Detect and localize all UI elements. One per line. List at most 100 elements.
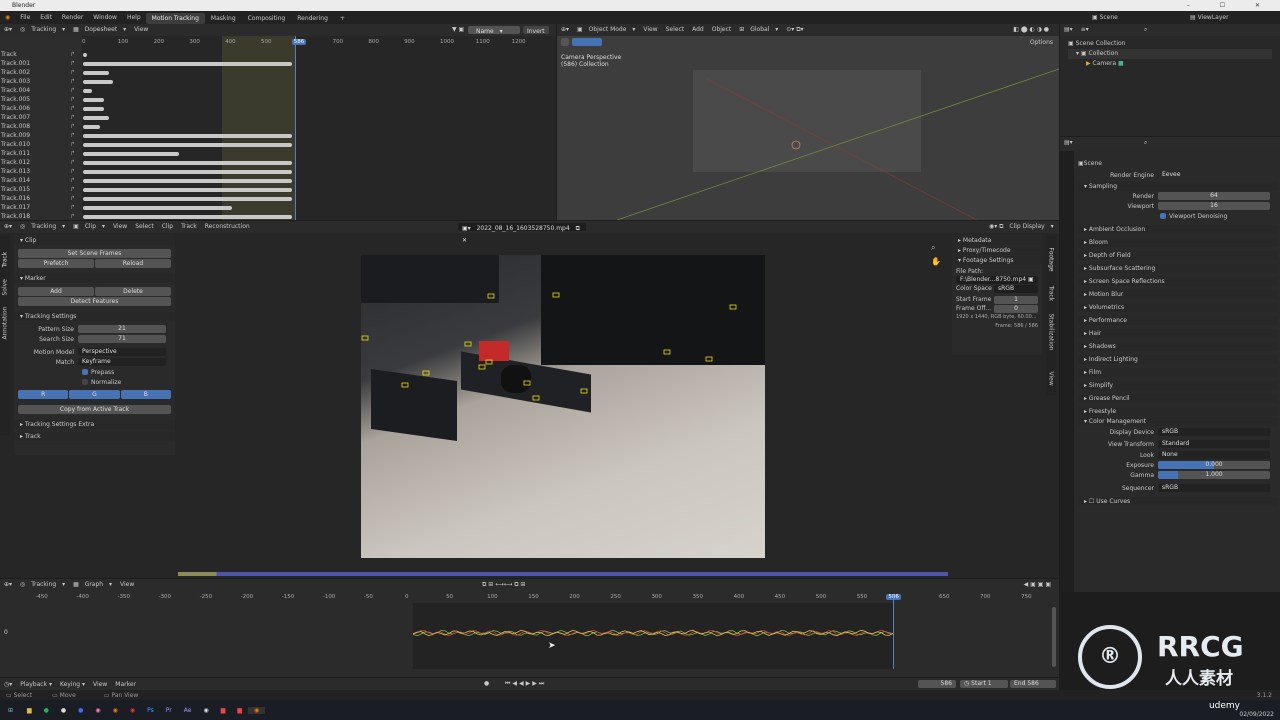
tab-compositing[interactable]: Compositing: [242, 13, 292, 24]
tab-stabilization[interactable]: Stabilization: [1048, 314, 1055, 364]
property-section-header[interactable]: ▸ Performance: [1078, 316, 1278, 325]
tab-solve[interactable]: Solve: [2, 274, 9, 295]
discord-icon[interactable]: ●: [72, 707, 89, 714]
clip-editor-type-icon[interactable]: ⊕▾: [0, 221, 16, 233]
app-icon-1[interactable]: ●: [55, 707, 72, 714]
timeline-view-menu[interactable]: View: [89, 681, 111, 688]
detect-features-button[interactable]: Detect Features: [18, 297, 171, 306]
prefetch-button[interactable]: Prefetch: [18, 259, 94, 268]
track-visibility-icon[interactable]: ↱: [70, 168, 75, 175]
track-keyframe-bar[interactable]: [83, 152, 179, 156]
clip-navigation-gizmo[interactable]: ⌕ ✋: [931, 241, 941, 269]
blender-active-icon[interactable]: ◉: [247, 706, 266, 714]
outliner-search-icon[interactable]: ⌕: [1140, 24, 1151, 36]
graph-toggle-icons[interactable]: ◀ ▣ ▣ ▣: [1020, 579, 1055, 591]
add-workspace-button[interactable]: +: [334, 13, 351, 24]
track-row[interactable]: Track ↱: [0, 51, 556, 60]
sampling-panel-header[interactable]: ▾ Sampling: [1078, 182, 1278, 191]
track-row[interactable]: Track.001 ↱: [0, 60, 556, 69]
track-visibility-icon[interactable]: ↱: [70, 132, 75, 139]
3d-cursor-icon[interactable]: [791, 140, 801, 150]
window-controls[interactable]: – ☐ ✕: [1187, 0, 1274, 11]
copy-from-active-button[interactable]: Copy from Active Track: [18, 405, 171, 414]
start-frame-timeline[interactable]: ◷ Start 1: [960, 680, 1008, 688]
property-section-header[interactable]: ▸ Volumetrics: [1078, 303, 1278, 312]
scene-collection-item[interactable]: ▣ Scene Collection: [1068, 39, 1272, 49]
footage-frame[interactable]: [361, 255, 765, 558]
track-keyframe-bar[interactable]: [83, 53, 88, 57]
track-visibility-icon[interactable]: ↱: [70, 78, 75, 85]
sort-icon[interactable]: ▼ ▣: [448, 24, 468, 36]
collection-item[interactable]: ▾ ▣ Collection: [1068, 49, 1272, 59]
graph-editor-type-icon[interactable]: ⊕▾: [0, 579, 16, 591]
track-keyframe-bar[interactable]: [83, 125, 101, 129]
normalize-checkbox[interactable]: [82, 379, 88, 385]
outliner-filter-icon[interactable]: ≡▾: [1077, 24, 1093, 36]
track-row[interactable]: Track.013 ↱: [0, 168, 556, 177]
clip-menu-clip[interactable]: Clip: [158, 221, 177, 233]
track-visibility-icon[interactable]: ↱: [70, 96, 75, 103]
tab-motion-tracking[interactable]: Motion Tracking: [145, 12, 205, 24]
track-keyframe-bar[interactable]: [83, 107, 105, 111]
graph-tracking-select[interactable]: ◎ Tracking ▾: [16, 579, 69, 591]
exposure-slider[interactable]: 0.000: [1158, 461, 1270, 469]
prepass-checkbox[interactable]: [82, 369, 88, 375]
tracking-marker[interactable]: [422, 370, 430, 376]
file-path-field[interactable]: F:\Blender...8750.mp4 ▣: [956, 276, 1038, 284]
track-keyframe-bar[interactable]: [83, 215, 292, 219]
track-visibility-icon[interactable]: ↱: [70, 177, 75, 184]
track-row[interactable]: Track.002 ↱: [0, 69, 556, 78]
tracking-marker[interactable]: [464, 341, 472, 347]
track-row[interactable]: Track.007 ↱: [0, 114, 556, 123]
playback-controls[interactable]: ⏮◀◀▶▶⏭: [505, 680, 546, 688]
render-samples-field[interactable]: 64: [1158, 192, 1270, 200]
tracking-marker[interactable]: [487, 293, 495, 299]
track-keyframe-bar[interactable]: [83, 179, 292, 183]
track-visibility-icon[interactable]: ↱: [70, 87, 75, 94]
app-icon-4[interactable]: ▆: [231, 707, 248, 714]
channel-r-toggle[interactable]: R: [18, 390, 69, 399]
match-select[interactable]: Keyframe: [78, 358, 166, 366]
blender-taskbar-icon[interactable]: ◉: [107, 707, 124, 714]
track-visibility-icon[interactable]: ↱: [70, 105, 75, 112]
properties-tab-strip[interactable]: [1060, 151, 1074, 592]
property-section-header[interactable]: ▸ Ambient Occlusion: [1078, 225, 1278, 234]
property-section-header[interactable]: ▸ Hair: [1078, 329, 1278, 338]
color-space-select[interactable]: sRGB: [994, 284, 1038, 293]
tracking-marker[interactable]: [580, 388, 588, 394]
sort-select[interactable]: Name ▾: [468, 26, 520, 35]
color-management-panel-header[interactable]: ▾ Color Management: [1078, 417, 1278, 426]
invert-toggle[interactable]: Invert: [523, 26, 549, 35]
proxy-header[interactable]: ▸ Proxy/Timecode: [952, 246, 1042, 255]
clip-menu-track[interactable]: Track: [177, 221, 201, 233]
property-section-header[interactable]: ▸ Depth of Field: [1078, 251, 1278, 260]
track-keyframe-bar[interactable]: [83, 98, 105, 102]
clip-mode-select[interactable]: ▣ Clip ▾: [69, 221, 109, 233]
track-keyframe-bar[interactable]: [83, 62, 292, 66]
delete-marker-button[interactable]: Delete: [95, 287, 171, 296]
footage-settings-header[interactable]: ▾ Footage Settings: [952, 256, 1042, 265]
track-keyframe-bar[interactable]: [83, 197, 292, 201]
playback-menu[interactable]: Playback ▾: [16, 681, 56, 688]
after-effects-icon[interactable]: Ae: [178, 707, 198, 714]
graph-view-menu[interactable]: View: [116, 579, 138, 591]
current-frame-field[interactable]: 586: [918, 680, 956, 688]
file-explorer-icon[interactable]: ▆: [21, 707, 38, 714]
premiere-icon[interactable]: Pr: [160, 707, 178, 714]
track-row[interactable]: Track.012 ↱: [0, 159, 556, 168]
menu-edit[interactable]: Edit: [35, 11, 57, 24]
track-keyframe-bar[interactable]: [83, 89, 92, 93]
denoise-checkbox[interactable]: [1160, 213, 1166, 219]
editor-type-icon[interactable]: ⊕▾: [0, 24, 16, 36]
tab-track[interactable]: Track: [2, 246, 9, 268]
photoshop-icon[interactable]: Ps: [141, 707, 160, 714]
viewport-samples-field[interactable]: 16: [1158, 202, 1270, 210]
tracking-marker[interactable]: [705, 356, 713, 362]
track-keyframe-bar[interactable]: [83, 71, 109, 75]
metadata-header[interactable]: ▸ Metadata: [952, 236, 1042, 245]
render-engine-select[interactable]: Eevee: [1158, 171, 1270, 179]
clip-tracking-select[interactable]: ◎ Tracking ▾: [16, 221, 69, 233]
tab-footage[interactable]: Footage: [1048, 248, 1055, 278]
track-row[interactable]: Track.010 ↱: [0, 141, 556, 150]
track-visibility-icon[interactable]: ↱: [70, 141, 75, 148]
